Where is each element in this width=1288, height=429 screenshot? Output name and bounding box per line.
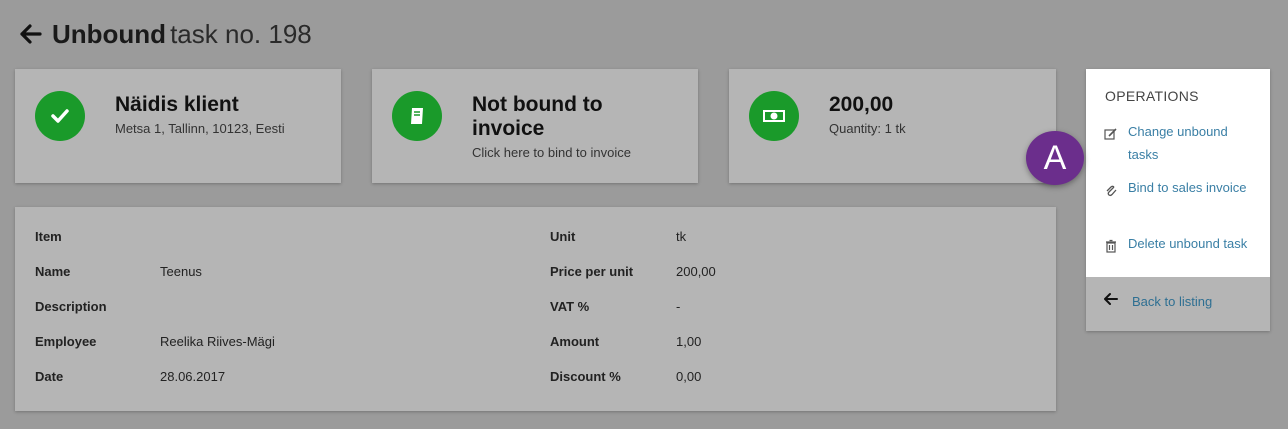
details-panel: Item Name Teenus Description Employee Re… (15, 207, 1056, 411)
change-unbound-tasks-link[interactable]: Change unbound tasks (1104, 124, 1254, 166)
delete-unbound-task-link[interactable]: Delete unbound task (1104, 236, 1254, 255)
detail-value: 0,00 (676, 369, 702, 384)
op-label[interactable]: Delete unbound task (1128, 232, 1247, 255)
arrow-left-icon (1104, 292, 1118, 311)
detail-label: Price per unit (550, 264, 634, 279)
detail-label: Date (35, 369, 64, 384)
detail-label: Description (35, 299, 107, 314)
invoice-hint[interactable]: Click here to bind to invoice (472, 145, 688, 160)
back-label[interactable]: Back to listing (1132, 290, 1212, 313)
bind-to-sales-invoice-link[interactable]: Bind to sales invoice (1104, 180, 1254, 199)
op-label[interactable]: Change unbound tasks (1128, 120, 1254, 166)
money-icon (749, 91, 799, 141)
page-header: Unbound task no. 198 (20, 16, 312, 52)
detail-value: 28.06.2017 (160, 369, 226, 384)
page-title: Unbound task no. 198 (52, 19, 312, 50)
amount-card: 200,00 Quantity: 1 tk (729, 69, 1056, 183)
trash-icon (1104, 239, 1118, 253)
checkmark-icon (35, 91, 85, 141)
detail-value: Reelika Riives-Mägi (160, 334, 275, 349)
detail-value: Teenus (160, 264, 202, 279)
amount-value: 200,00 (829, 93, 894, 116)
title-bold: Unbound (52, 18, 167, 49)
invoice-status: Not bound to invoice (472, 93, 603, 140)
client-card[interactable]: Näidis klient Metsa 1, Tallinn, 10123, E… (15, 69, 341, 183)
op-label[interactable]: Bind to sales invoice (1128, 176, 1247, 199)
title-rest: task no. 198 (170, 18, 312, 49)
detail-label: Amount (550, 334, 600, 349)
client-address: Metsa 1, Tallinn, 10123, Eesti (115, 121, 285, 136)
detail-label: Unit (550, 229, 576, 244)
detail-label: VAT % (550, 299, 590, 314)
paperclip-icon (1104, 183, 1118, 197)
invoice-card[interactable]: Not bound to invoice Click here to bind … (372, 69, 698, 183)
detail-value: tk (676, 229, 687, 244)
detail-label: Discount % (550, 369, 621, 384)
client-name: Näidis klient (115, 93, 239, 116)
back-arrow-icon[interactable] (20, 23, 42, 45)
annotation-badge: A (1026, 131, 1084, 185)
detail-label: Name (35, 264, 71, 279)
back-to-listing-link[interactable]: Back to listing (1104, 290, 1212, 313)
detail-label: Employee (35, 334, 97, 349)
detail-value: 200,00 (676, 264, 716, 279)
detail-label: Item (35, 229, 62, 244)
detail-value: 1,00 (676, 334, 702, 349)
edit-icon (1104, 127, 1118, 141)
detail-value: - (676, 299, 681, 314)
operations-panel: OPERATIONS Change unbound tasks Bind to … (1086, 69, 1270, 331)
amount-quantity: Quantity: 1 tk (829, 121, 906, 136)
book-icon (392, 91, 442, 141)
operations-title: OPERATIONS (1105, 88, 1199, 104)
